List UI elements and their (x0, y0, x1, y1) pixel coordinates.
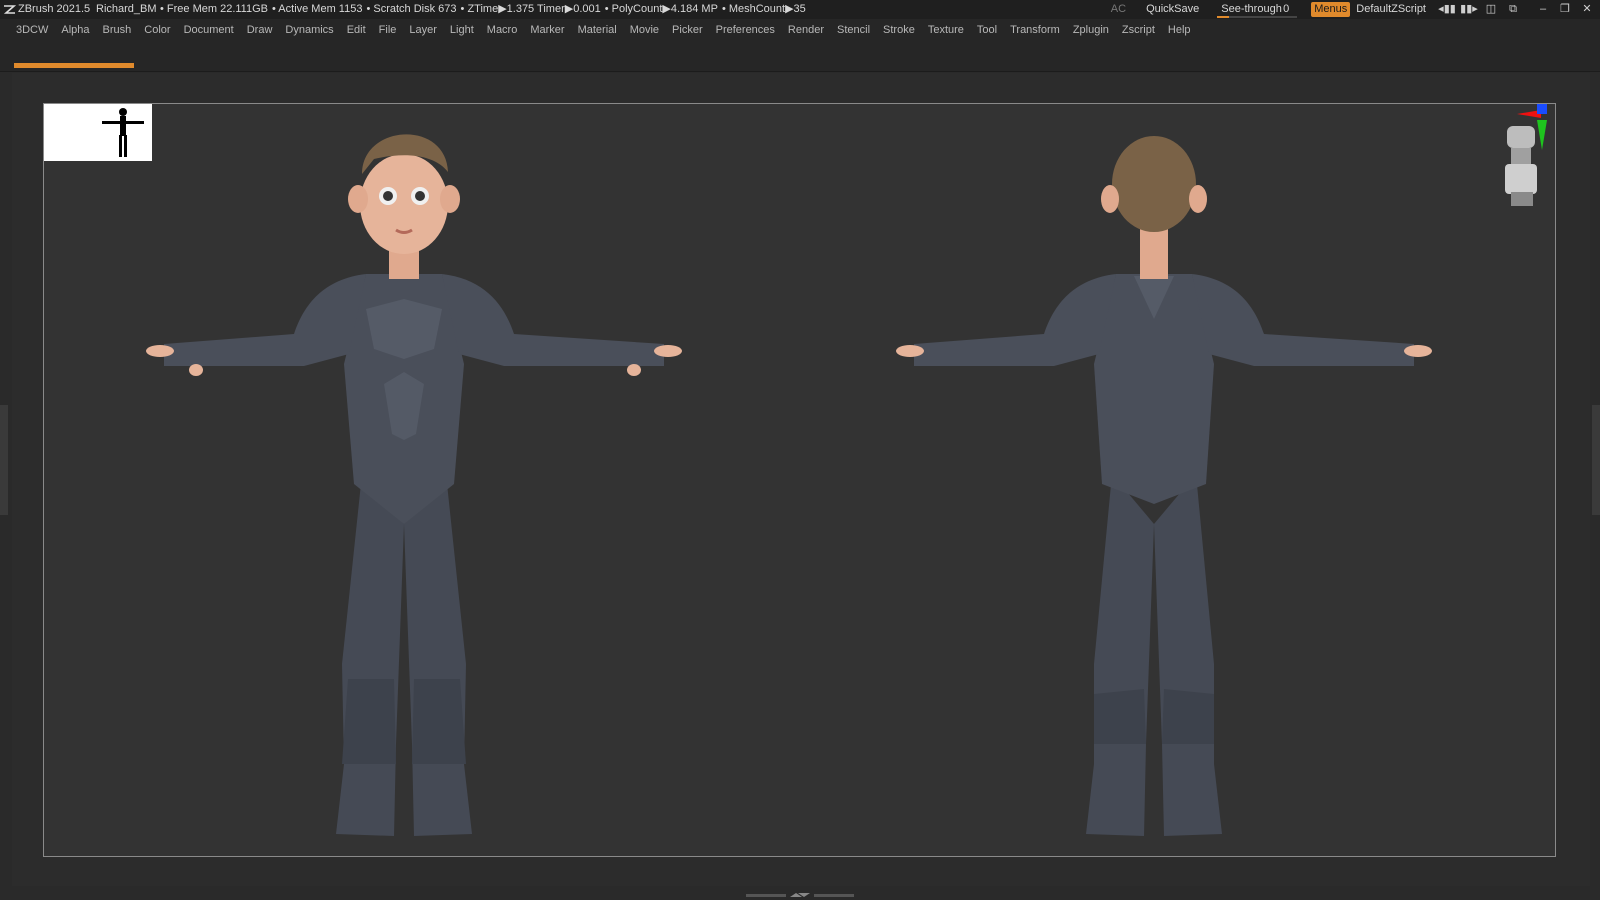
menu-help[interactable]: Help (1168, 19, 1191, 41)
menu-marker[interactable]: Marker (530, 19, 564, 41)
menus-toggle-button[interactable]: Menus (1311, 2, 1351, 17)
restore-icon[interactable]: ❐ (1556, 0, 1574, 19)
see-through-track (1217, 16, 1298, 18)
menu-alpha[interactable]: Alpha (61, 19, 89, 41)
menu-layer[interactable]: Layer (409, 19, 437, 41)
menu-bar: 3DCW Alpha Brush Color Document Draw Dyn… (0, 19, 1600, 41)
top-shelf (0, 41, 1600, 72)
menu-3dcw[interactable]: 3DCW (16, 19, 48, 41)
document-canvas[interactable] (43, 103, 1556, 857)
menu-tool[interactable]: Tool (977, 19, 997, 41)
menu-dynamics[interactable]: Dynamics (285, 19, 333, 41)
menu-material[interactable]: Material (578, 19, 617, 41)
menu-stencil[interactable]: Stencil (837, 19, 870, 41)
quicksave-button[interactable]: QuickSave (1146, 0, 1199, 19)
active-mem-stat: • Active Mem 1153 (272, 3, 363, 15)
orientation-gizmo-icon[interactable] (1497, 104, 1549, 214)
menu-preferences[interactable]: Preferences (716, 19, 775, 41)
see-through-label: See-through (1221, 3, 1282, 15)
menu-stroke[interactable]: Stroke (883, 19, 915, 41)
project-name: Richard_BM (96, 3, 157, 15)
layout-icon[interactable]: ◫ (1482, 0, 1500, 19)
default-zscript-button[interactable]: DefaultZScript (1356, 0, 1426, 19)
menu-macro[interactable]: Macro (487, 19, 518, 41)
title-bar: ZBrush 2021.5 Richard_BM • Free Mem 22.1… (0, 0, 1600, 19)
polycount-stat: • PolyCount▶4.184 MP (604, 3, 718, 15)
menu-picker[interactable]: Picker (672, 19, 703, 41)
left-tray-handle[interactable] (0, 405, 8, 515)
menu-color[interactable]: Color (144, 19, 170, 41)
right-tray-handle[interactable] (1592, 405, 1600, 515)
see-through-fill (1217, 16, 1230, 18)
progress-bar (14, 63, 134, 68)
menu-file[interactable]: File (379, 19, 397, 41)
ac-button[interactable]: AC (1111, 0, 1126, 19)
tray-right-icon[interactable]: ▮▮▸ (1460, 0, 1478, 19)
meshcount-stat: • MeshCount▶35 (721, 3, 806, 15)
menu-zplugin[interactable]: Zplugin (1073, 19, 1109, 41)
menu-texture[interactable]: Texture (928, 19, 964, 41)
menu-draw[interactable]: Draw (247, 19, 273, 41)
tray-left-icon[interactable]: ◂▮▮ (1438, 0, 1456, 19)
free-mem-stat: • Free Mem 22.111GB (160, 3, 268, 15)
scratch-disk-stat: • Scratch Disk 673 (366, 3, 457, 15)
menu-transform[interactable]: Transform (1010, 19, 1060, 41)
window-layout-icon[interactable]: ⧉ (1504, 0, 1522, 19)
minimize-icon[interactable]: – (1534, 0, 1552, 19)
menu-edit[interactable]: Edit (347, 19, 366, 41)
menu-document[interactable]: Document (184, 19, 234, 41)
zbrush-logo-icon[interactable] (3, 3, 16, 16)
app-title: ZBrush 2021.5 (18, 3, 91, 15)
see-through-slider[interactable]: See-through 0 (1217, 0, 1298, 19)
status-stats: • Free Mem 22.111GB • Active Mem 1153 • … (160, 0, 810, 19)
menu-render[interactable]: Render (788, 19, 824, 41)
character-back-view[interactable] (854, 104, 1474, 856)
bottom-tray-handle-icon[interactable] (746, 892, 854, 898)
menu-zscript[interactable]: Zscript (1122, 19, 1155, 41)
menu-light[interactable]: Light (450, 19, 474, 41)
ztime-stat: • ZTime▶1.375 Timer▶0.001 (460, 3, 601, 15)
close-icon[interactable]: ✕ (1578, 0, 1596, 19)
character-front-view[interactable] (104, 104, 724, 856)
menu-brush[interactable]: Brush (103, 19, 132, 41)
menu-movie[interactable]: Movie (630, 19, 659, 41)
